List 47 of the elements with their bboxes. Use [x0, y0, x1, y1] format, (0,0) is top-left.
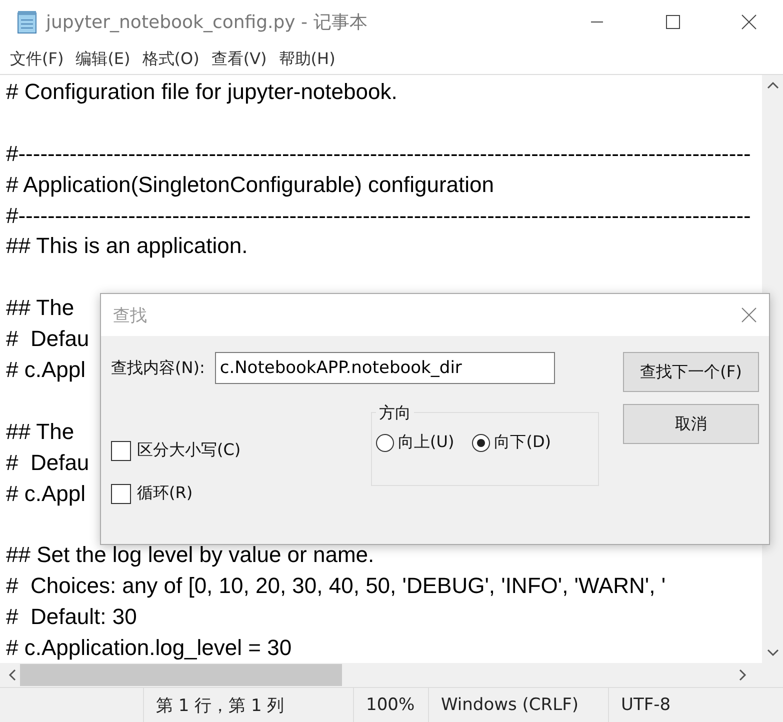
scroll-left-icon[interactable]: [8, 669, 16, 681]
menu-item[interactable]: 查看(V): [207, 48, 271, 70]
status-text: UTF-8: [621, 695, 671, 715]
code-line: # Configuration file for jupyter-notebook.: [6, 79, 398, 104]
checkbox[interactable]: [111, 484, 131, 504]
code-line: # Defau: [6, 326, 90, 352]
checkbox[interactable]: [111, 440, 131, 460]
scroll-right-icon[interactable]: [739, 669, 747, 681]
code-line: # c.Appl: [6, 357, 86, 382]
code-line: ## Set the log level by value or name.: [6, 542, 374, 568]
code-line: #----------------------------------------------------------------------------------------------------: [6, 140, 751, 166]
code-line: #----------------------------------------------------------------------------------------------------: [6, 202, 751, 228]
code-line: # Application(SingletonConfigurable) configuration: [6, 172, 494, 197]
radio-label: 向上(U): [398, 432, 454, 453]
code-line: # Defau: [6, 450, 90, 475]
menu-item[interactable]: 文件(F): [6, 48, 68, 70]
status-text: Windows (CRLF): [441, 695, 578, 715]
menu-item[interactable]: 帮助(H): [274, 48, 340, 70]
window-title: jupyter_notebook_config.py - 记事本: [46, 11, 368, 34]
menu-item[interactable]: 编辑(E): [72, 48, 134, 70]
radio-button[interactable]: [472, 434, 490, 452]
notepad-icon: [16, 10, 38, 34]
dialog-title: 查找: [113, 304, 147, 326]
radio-button[interactable]: [376, 434, 394, 452]
scroll-up-icon[interactable]: [766, 81, 778, 89]
maximize-icon[interactable]: [665, 14, 681, 30]
checkbox-label: 区分大小写(C): [137, 440, 241, 461]
code-line: # Choices: any of [0, 10, 20, 30, 40, 50, 'DEBUG', 'INFO', 'WARN', ': [6, 573, 666, 598]
code-line: # c.Application.log_level = 30: [6, 635, 292, 660]
code-line: ## The: [6, 295, 74, 320]
close-icon[interactable]: [741, 307, 757, 323]
find-next-button[interactable]: 查找下一个(F): [623, 352, 759, 392]
code-line: # Default: 30: [6, 604, 137, 630]
scrollbar-thumb[interactable]: [20, 664, 342, 686]
find-label: 查找内容(N):: [111, 358, 205, 378]
radio-label: 向下(D): [494, 432, 552, 453]
code-line: # c.Appl: [6, 480, 86, 506]
code-line: ## The: [6, 418, 74, 444]
cancel-button[interactable]: 取消: [623, 404, 759, 444]
status-text: 100%: [366, 695, 415, 715]
find-field[interactable]: c.NotebookAPP.notebook_dir: [214, 352, 555, 384]
code-line: ## This is an application.: [6, 233, 248, 258]
scroll-down-icon[interactable]: [766, 649, 778, 657]
status-text: 第 1 行，第 1 列: [156, 694, 284, 716]
menu-item[interactable]: 格式(O): [138, 48, 204, 70]
close-icon[interactable]: [741, 14, 757, 30]
checkbox-label: 循环(R): [137, 483, 193, 504]
